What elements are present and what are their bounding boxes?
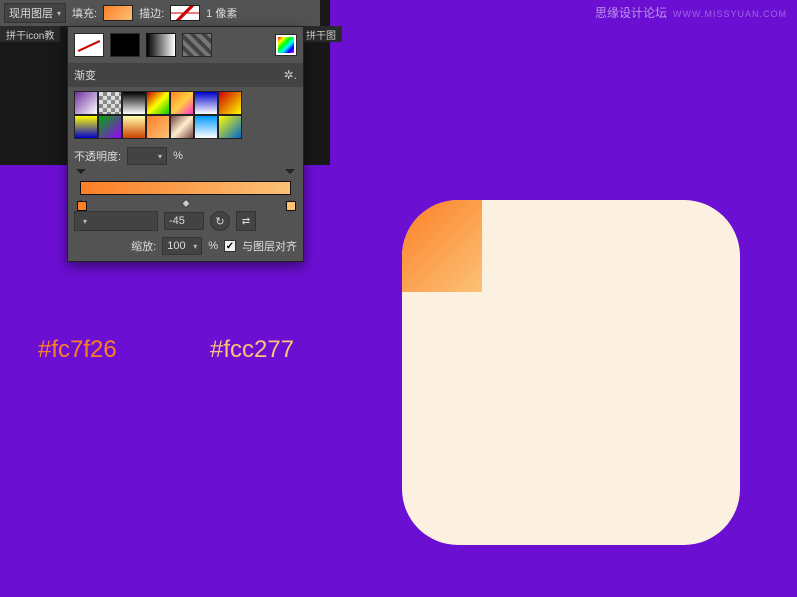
- canvas-rounded-rect: [402, 200, 740, 545]
- gradient-type-select[interactable]: ▾: [74, 211, 158, 231]
- gradient-preset[interactable]: [170, 91, 194, 115]
- layer-mode-label: 现用图层: [9, 5, 53, 21]
- opacity-label: 不透明度:: [74, 148, 121, 164]
- fill-pattern-button[interactable]: [182, 33, 212, 57]
- gradient-preset[interactable]: [98, 91, 122, 115]
- gradient-preset[interactable]: [146, 115, 170, 139]
- angle-value: -45: [169, 215, 185, 227]
- gradient-section-header: 渐变 ✲.: [68, 63, 303, 87]
- gradient-label: 渐变: [74, 67, 96, 83]
- opacity-stop-left[interactable]: [76, 169, 86, 179]
- gradient-presets: [74, 91, 297, 139]
- opacity-stop-right[interactable]: [285, 169, 295, 179]
- gradient-preset[interactable]: [218, 115, 242, 139]
- fill-swatch[interactable]: [103, 5, 133, 21]
- rotate-icon: ↻: [215, 215, 224, 228]
- gradient-midpoint[interactable]: [181, 199, 191, 209]
- opacity-input[interactable]: ▾: [127, 147, 167, 165]
- align-layer-checkbox[interactable]: ✓: [224, 240, 236, 252]
- scale-label: 缩放:: [131, 238, 156, 254]
- fill-none-button[interactable]: [74, 33, 104, 57]
- doc-tab-label: 拼干图: [306, 27, 336, 42]
- color-picker-button[interactable]: [275, 34, 297, 56]
- gradient-preset[interactable]: [218, 91, 242, 115]
- gradient-preset[interactable]: [194, 115, 218, 139]
- stroke-width-value: 1 像素: [206, 5, 237, 21]
- swap-icon: ⇄: [242, 216, 250, 227]
- gradient-bar[interactable]: [80, 181, 291, 195]
- layer-mode-select[interactable]: 现用图层 ▾: [4, 3, 66, 23]
- angle-dial[interactable]: ↻: [210, 211, 230, 231]
- angle-input[interactable]: -45: [164, 212, 204, 230]
- gradient-preset[interactable]: [194, 91, 218, 115]
- reverse-gradient-button[interactable]: ⇄: [236, 211, 256, 231]
- watermark-text: 思缘设计论坛: [595, 4, 667, 21]
- gradient-preset[interactable]: [170, 115, 194, 139]
- fill-label: 填充:: [72, 5, 97, 21]
- document-tab-right[interactable]: 拼干图: [300, 26, 342, 42]
- fill-solid-button[interactable]: [110, 33, 140, 57]
- opacity-unit: %: [173, 150, 183, 162]
- watermark-url: WWW.MISSYUAN.COM: [673, 9, 787, 19]
- gradient-editor[interactable]: [74, 169, 297, 205]
- watermark: 思缘设计论坛 WWW.MISSYUAN.COM: [595, 4, 787, 21]
- gradient-preset[interactable]: [98, 115, 122, 139]
- chevron-down-icon: ▾: [57, 9, 61, 18]
- scale-value: 100: [167, 240, 185, 252]
- options-bar: 现用图层 ▾ 填充: 描边: 1 像素: [0, 0, 320, 26]
- fill-gradient-button[interactable]: [146, 33, 176, 57]
- align-layer-label: 与图层对齐: [242, 238, 297, 254]
- gradient-preset[interactable]: [122, 115, 146, 139]
- scale-input[interactable]: 100▾: [162, 237, 202, 255]
- color-stop-right[interactable]: [285, 195, 295, 209]
- hex-code-1: #fc7f26: [38, 336, 117, 364]
- gradient-preset[interactable]: [146, 91, 170, 115]
- document-tab-left[interactable]: 拼干icon教: [0, 26, 60, 42]
- hex-code-2: #fcc277: [210, 336, 294, 364]
- color-stop-left[interactable]: [76, 195, 86, 209]
- gradient-preset[interactable]: [122, 91, 146, 115]
- gradient-preset[interactable]: [74, 91, 98, 115]
- fill-gradient-popup: 渐变 ✲. 不透明度: ▾ %: [67, 26, 304, 262]
- stroke-label: 描边:: [139, 5, 164, 21]
- stroke-swatch[interactable]: [170, 5, 200, 21]
- doc-tab-label: 拼干icon教: [6, 27, 54, 42]
- scale-unit: %: [208, 240, 218, 252]
- canvas-gradient-corner: [402, 200, 482, 292]
- gradient-preset[interactable]: [74, 115, 98, 139]
- gear-icon[interactable]: ✲.: [284, 68, 297, 82]
